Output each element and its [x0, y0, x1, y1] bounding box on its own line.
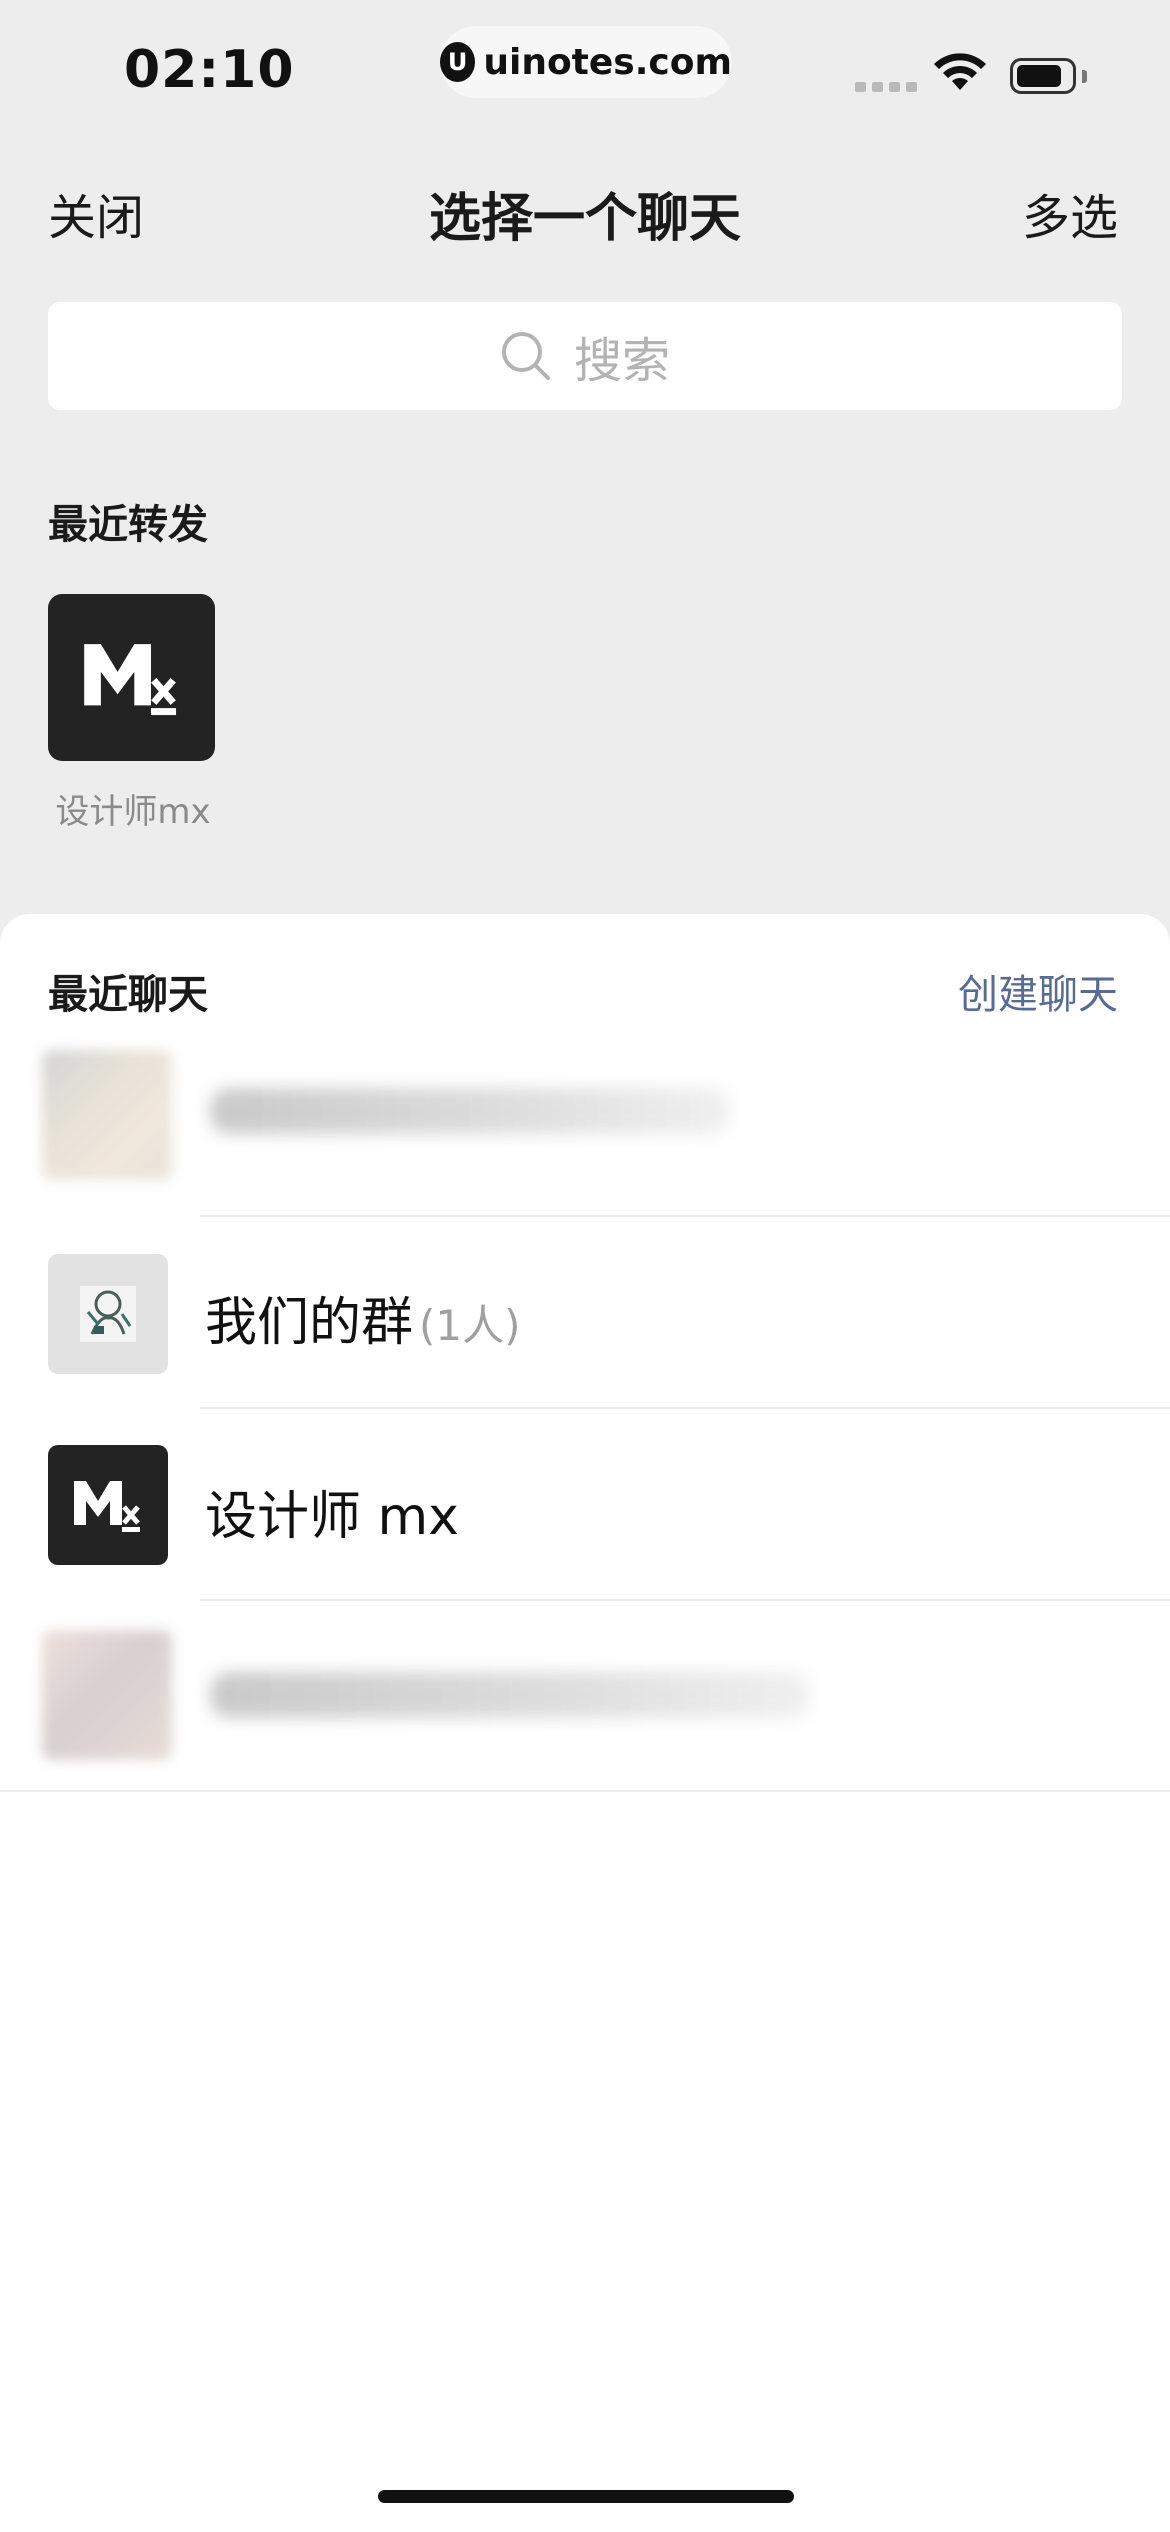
- avatar: [42, 1630, 172, 1760]
- chat-row[interactable]: 设计师 mx: [0, 1410, 1170, 1600]
- divider: [200, 1215, 1170, 1217]
- battery-icon: [1010, 58, 1076, 94]
- blurred-chat-name: [210, 1672, 810, 1718]
- divider: [200, 1599, 1170, 1601]
- site-badge: U uinotes.com: [440, 26, 732, 98]
- recent-forward-header: 最近转发: [48, 502, 208, 548]
- chat-row[interactable]: 我们的群 (1人): [0, 1218, 1170, 1408]
- sketch-figure-icon: [80, 1286, 136, 1342]
- create-chat-button[interactable]: 创建聊天: [958, 962, 1118, 1020]
- recent-chats-header: 最近聊天: [48, 972, 208, 1018]
- page-title: 选择一个聊天: [428, 189, 741, 249]
- site-badge-text: uinotes.com: [483, 41, 732, 83]
- wifi-icon: [934, 53, 986, 90]
- battery-tip: [1082, 70, 1087, 83]
- blurred-chat-name: [210, 1088, 730, 1134]
- recent-forward-contact[interactable]: [48, 594, 215, 761]
- search-input[interactable]: 搜索: [48, 302, 1122, 410]
- status-time: 02:10: [124, 40, 295, 100]
- chat-name: 我们的群 (1人): [205, 1280, 521, 1355]
- chat-title: 我们的群: [205, 1293, 414, 1353]
- mx-logo-icon: [84, 644, 177, 716]
- mx-logo-icon: [74, 1481, 140, 1532]
- avatar: [42, 1050, 172, 1180]
- multi-select-button[interactable]: 多选: [1022, 178, 1118, 248]
- avatar: [48, 1445, 168, 1565]
- uinotes-logo-icon: U: [440, 42, 476, 82]
- cellular-signal-icon: [855, 82, 917, 92]
- search-placeholder: 搜索: [573, 333, 670, 389]
- avatar: [48, 1254, 168, 1374]
- search-icon: [501, 332, 550, 380]
- divider: [200, 1407, 1170, 1409]
- chat-row[interactable]: [0, 1040, 1170, 1216]
- recent-forward-contact-name: 设计师mx: [55, 792, 211, 832]
- chat-title: 设计师 mx: [205, 1487, 459, 1547]
- home-indicator[interactable]: [378, 2490, 794, 2503]
- divider: [0, 1790, 1170, 1792]
- chat-row[interactable]: [0, 1602, 1170, 1790]
- member-count: (1人): [419, 1301, 521, 1350]
